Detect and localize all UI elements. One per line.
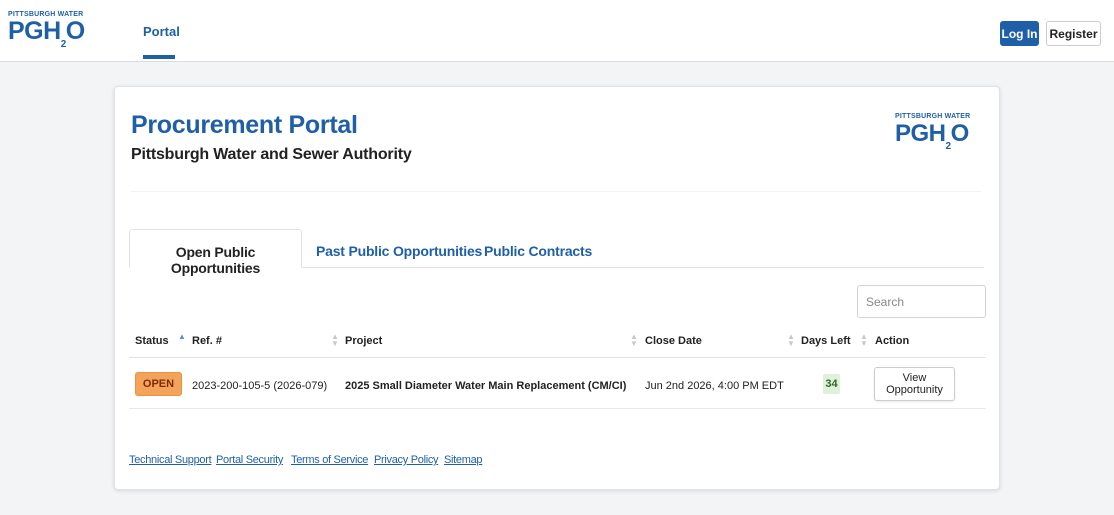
column-header-ref[interactable]: Ref. # (192, 335, 222, 347)
column-header-close-date[interactable]: Close Date (645, 335, 702, 347)
nav-tab-active-indicator (143, 55, 175, 59)
pgh2o-logo[interactable]: PITTSBURGH WATER PGH2O (8, 11, 85, 55)
footer-link-portal-security[interactable]: Portal Security (216, 454, 283, 466)
search-input[interactable] (857, 285, 986, 318)
sort-icon[interactable]: ▲ ▼ (860, 333, 868, 348)
column-header-days-left[interactable]: Days Left (801, 335, 851, 347)
project-cell: 2025 Small Diameter Water Main Replaceme… (345, 380, 627, 392)
top-navbar: PITTSBURGH WATER PGH2O Portal Log In Reg… (0, 0, 1114, 62)
sort-asc-icon[interactable]: ▲ (178, 333, 186, 341)
tab-open-public-opportunities[interactable]: Open Public Opportunities (129, 229, 302, 276)
card-pgh2o-logo: PITTSBURGH WATER PGH2O (895, 113, 970, 157)
footer-link-privacy-policy[interactable]: Privacy Policy (374, 454, 439, 466)
days-left-badge: 34 (823, 374, 840, 394)
register-button[interactable]: Register (1046, 21, 1101, 46)
sort-icon[interactable]: ▲ ▼ (630, 333, 638, 348)
login-button[interactable]: Log In (1000, 21, 1039, 46)
tab-past-public-opportunities[interactable]: Past Public Opportunities (316, 229, 482, 268)
column-header-project[interactable]: Project (345, 335, 382, 347)
table-header-divider (129, 357, 986, 358)
footer-link-technical-support[interactable]: Technical Support (129, 454, 212, 466)
column-header-status[interactable]: Status (135, 335, 169, 347)
page-title: Procurement Portal (131, 111, 358, 139)
nav-tab-portal[interactable]: Portal (143, 24, 180, 39)
close-date-cell: Jun 2nd 2026, 4:00 PM EDT (645, 380, 784, 392)
sort-icon[interactable]: ▲ ▼ (787, 333, 795, 348)
ref-cell: 2023-200-105-5 (2026-079) (192, 380, 328, 392)
column-header-action: Action (875, 335, 910, 347)
divider (131, 191, 981, 192)
footer-link-terms-of-service[interactable]: Terms of Service (291, 454, 368, 466)
card-logo-wordmark: PGH2O (895, 120, 969, 152)
view-opportunity-button[interactable]: View Opportunity (874, 367, 955, 401)
tab-public-contracts[interactable]: Public Contracts (484, 229, 592, 268)
status-badge: OPEN (135, 372, 182, 396)
procurement-card: Procurement Portal Pittsburgh Water and … (114, 86, 1000, 490)
page-subtitle: Pittsburgh Water and Sewer Authority (131, 146, 412, 163)
sort-icon[interactable]: ▲ ▼ (331, 333, 339, 348)
row-divider (129, 408, 986, 409)
logo-wordmark: PGH2O (8, 17, 85, 51)
footer-link-sitemap[interactable]: Sitemap (444, 454, 483, 466)
